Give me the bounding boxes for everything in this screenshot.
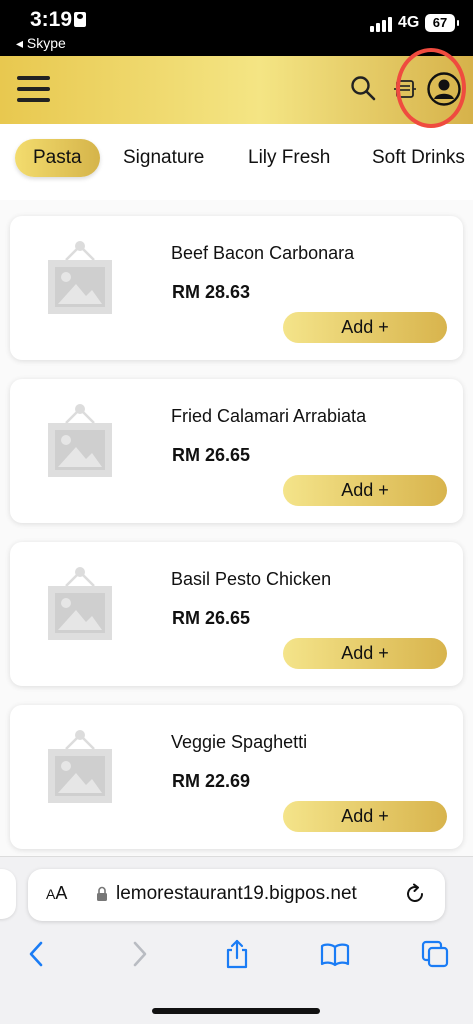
status-time: 3:19 (30, 8, 73, 31)
forward-icon[interactable] (124, 939, 154, 969)
back-icon[interactable] (22, 939, 52, 969)
network-type: 4G (398, 14, 420, 31)
home-indicator[interactable] (152, 1008, 320, 1014)
reload-icon[interactable] (404, 883, 426, 905)
back-to-app-link[interactable]: ◂ Skype (16, 35, 66, 52)
product-card[interactable]: Veggie Spaghetti RM 22.69 Add + (10, 705, 463, 849)
lock-icon (97, 886, 107, 901)
product-price: RM 22.69 (172, 771, 251, 791)
address-bar[interactable]: AA lemorestaurant19.bigpos.net (28, 869, 445, 921)
add-to-cart-button[interactable]: Add + (283, 475, 447, 506)
contact-card-icon (74, 12, 86, 27)
hamburger-icon[interactable] (17, 76, 50, 103)
cellular-signal-icon (370, 16, 392, 32)
previous-tab-preview[interactable] (0, 869, 16, 919)
aa-large: A (55, 883, 68, 903)
product-list[interactable]: Beef Bacon Carbonara RM 28.63 Add + Frie… (0, 200, 473, 856)
search-icon[interactable] (350, 75, 376, 101)
image-placeholder-icon (48, 567, 112, 640)
tab-pasta[interactable]: Pasta (15, 139, 100, 177)
product-price: RM 26.65 (172, 445, 251, 465)
product-name: Beef Bacon Carbonara (171, 243, 355, 263)
product-price: RM 26.65 (172, 608, 251, 628)
status-bar: 3:19 ◂ Skype 4G 67 (0, 0, 473, 56)
bookmarks-icon[interactable] (320, 939, 350, 969)
image-placeholder-icon (48, 404, 112, 477)
battery-indicator: 67 (425, 14, 459, 32)
product-name: Basil Pesto Chicken (171, 569, 332, 589)
category-tabs: Pasta Signature Lily Fresh Soft Drinks (0, 136, 473, 182)
add-to-cart-button[interactable]: Add + (283, 801, 447, 832)
product-price: RM 28.63 (172, 282, 251, 302)
add-to-cart-button[interactable]: Add + (283, 638, 447, 669)
product-card[interactable]: Beef Bacon Carbonara RM 28.63 Add + (10, 216, 463, 360)
browser-toolbar: AA lemorestaurant19.bigpos.net (0, 856, 473, 1024)
tab-signature[interactable]: Signature (123, 139, 204, 177)
image-placeholder-icon (48, 730, 112, 803)
product-name: Veggie Spaghetti (171, 732, 308, 752)
page-settings-button[interactable]: AA (46, 883, 67, 904)
product-card[interactable]: Basil Pesto Chicken RM 26.65 Add + (10, 542, 463, 686)
screen: 3:19 ◂ Skype 4G 67 Pasta Signature Lily … (0, 0, 473, 1024)
product-name: Fried Calamari Arrabiata (171, 406, 367, 426)
product-card[interactable]: Fried Calamari Arrabiata RM 26.65 Add + (10, 379, 463, 523)
image-placeholder-icon (48, 241, 112, 314)
tabs-icon[interactable] (420, 939, 450, 969)
tab-lily-fresh[interactable]: Lily Fresh (248, 139, 330, 177)
aa-small: A (46, 886, 56, 902)
profile-highlight-circle (396, 48, 466, 128)
tab-soft-drinks[interactable]: Soft Drinks (372, 139, 465, 177)
share-icon[interactable] (222, 939, 252, 969)
url-text: lemorestaurant19.bigpos.net (116, 883, 357, 904)
add-to-cart-button[interactable]: Add + (283, 312, 447, 343)
